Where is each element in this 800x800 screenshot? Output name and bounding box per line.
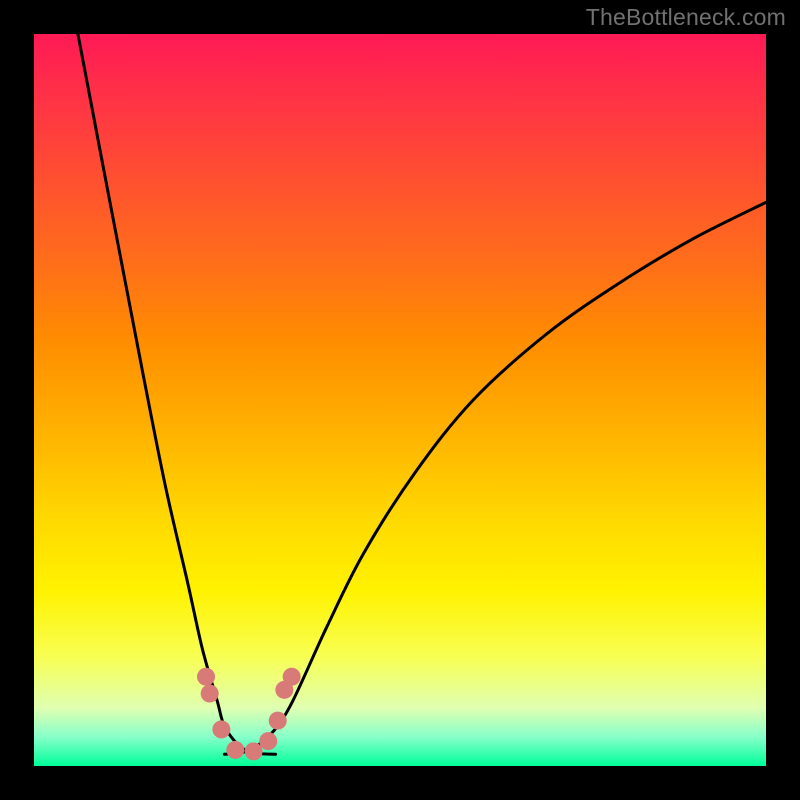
gradient-background	[34, 34, 766, 766]
watermark-text: TheBottleneck.com	[586, 4, 786, 31]
plot-area	[34, 34, 766, 766]
chart-outer: TheBottleneck.com	[0, 0, 800, 800]
